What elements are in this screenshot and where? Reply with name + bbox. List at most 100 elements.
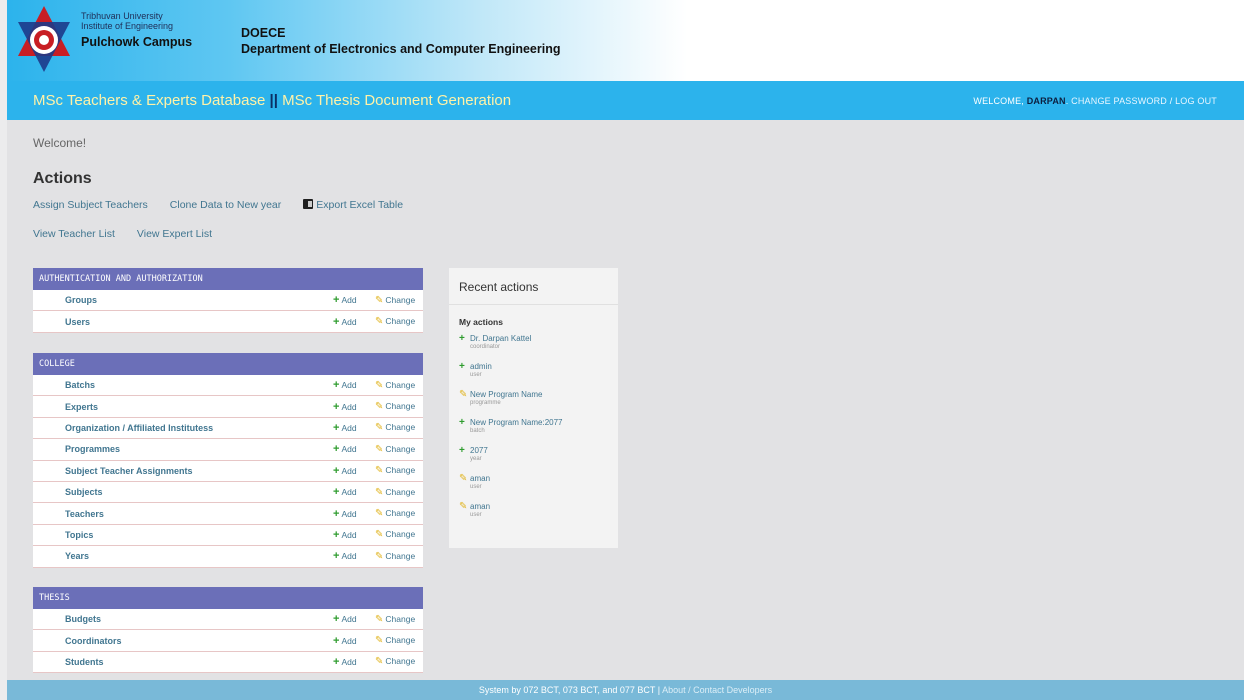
add-button[interactable]: + Add: [333, 443, 357, 455]
change-button[interactable]: ✎ Change: [375, 401, 415, 412]
model-link-users[interactable]: Users: [65, 317, 90, 327]
site-title-thesis-link[interactable]: MSc Thesis Document Generation: [282, 92, 511, 109]
pencil-icon: ✎: [375, 508, 384, 520]
change-button[interactable]: ✎ Change: [375, 656, 415, 667]
add-button[interactable]: + Add: [333, 294, 357, 306]
add-label: Add: [341, 487, 357, 498]
clone-data-link[interactable]: Clone Data to New year: [170, 199, 281, 211]
pencil-icon: ✎: [375, 401, 384, 413]
university-logo-icon: [18, 6, 70, 72]
pencil-icon: ✎: [375, 422, 384, 434]
site-footer: System by 072 BCT, 073 BCT, and 077 BCT …: [7, 680, 1244, 700]
model-link-experts[interactable]: Experts: [65, 402, 98, 412]
change-button[interactable]: ✎ Change: [375, 380, 415, 391]
plus-icon: +: [333, 294, 340, 307]
change-label: Change: [385, 401, 416, 412]
change-button[interactable]: ✎ Change: [375, 487, 415, 498]
module-caption[interactable]: Thesis: [33, 587, 423, 609]
recent-action-link[interactable]: admin: [470, 362, 492, 371]
add-button[interactable]: + Add: [333, 465, 357, 477]
table-row: Experts + Add ✎ Change: [33, 396, 423, 418]
change-label: Change: [385, 422, 416, 433]
change-button[interactable]: ✎ Change: [375, 529, 415, 540]
change-label: Change: [385, 294, 416, 305]
change-label: Change: [385, 656, 416, 667]
add-button[interactable]: + Add: [333, 508, 357, 520]
add-label: Add: [341, 295, 357, 306]
add-button[interactable]: + Add: [333, 316, 357, 328]
model-link-groups[interactable]: Groups: [65, 295, 97, 305]
pencil-icon: ✎: [375, 635, 384, 647]
module-caption[interactable]: Authentication and Authorization: [33, 268, 423, 290]
recent-action-link[interactable]: New Program Name:2077: [470, 418, 562, 427]
user-tools-separator: /: [1169, 96, 1173, 106]
change-button[interactable]: ✎ Change: [375, 551, 415, 562]
my-actions-heading: My actions: [459, 317, 503, 327]
recent-action-link[interactable]: 2077: [470, 446, 488, 455]
change-button[interactable]: ✎ Change: [375, 295, 415, 306]
table-row: Students + Add ✎ Change: [33, 652, 423, 674]
logout-link[interactable]: LOG OUT: [1175, 96, 1217, 106]
plus-icon: +: [333, 550, 340, 563]
recent-action-link[interactable]: Dr. Darpan Kattel: [470, 334, 531, 343]
add-label: Add: [341, 444, 357, 455]
site-title-database-link[interactable]: MSc Teachers & Experts Database: [33, 92, 265, 109]
model-link-subject-teacher-assignments[interactable]: Subject Teacher Assignments: [65, 466, 193, 476]
change-button[interactable]: ✎ Change: [375, 614, 415, 625]
add-label: Add: [341, 635, 357, 646]
department-name: Department of Electronics and Computer E…: [241, 42, 561, 56]
add-label: Add: [341, 508, 357, 519]
recent-action-link[interactable]: aman: [470, 474, 490, 483]
change-label: Change: [385, 529, 416, 540]
model-link-budgets[interactable]: Budgets: [65, 614, 101, 624]
change-button[interactable]: ✎ Change: [375, 444, 415, 455]
about-developers-link[interactable]: About / Contact Developers: [662, 685, 772, 695]
add-button[interactable]: + Add: [333, 613, 357, 625]
model-link-coordinators[interactable]: Coordinators: [65, 636, 122, 646]
model-link-years[interactable]: Years: [65, 551, 89, 561]
export-excel-link[interactable]: Export Excel Table: [303, 199, 403, 211]
add-button[interactable]: + Add: [333, 422, 357, 434]
add-button[interactable]: + Add: [333, 550, 357, 562]
model-link-batchs[interactable]: Batchs: [65, 380, 95, 390]
table-row: Teachers + Add ✎ Change: [33, 503, 423, 525]
table-row: Subject Teacher Assignments + Add ✎ Change: [33, 461, 423, 482]
module-caption[interactable]: College: [33, 353, 423, 375]
recent-action-type: user: [470, 512, 482, 518]
view-teacher-list-link[interactable]: View Teacher List: [33, 228, 115, 240]
add-button[interactable]: + Add: [333, 486, 357, 498]
plus-icon: +: [333, 443, 340, 456]
recent-action-type: year: [470, 456, 482, 462]
recent-action-type: programme: [470, 400, 501, 406]
plus-icon: +: [333, 464, 340, 477]
change-button[interactable]: ✎ Change: [375, 508, 415, 519]
pencil-icon: ✎: [375, 294, 384, 306]
change-button[interactable]: ✎ Change: [375, 465, 415, 476]
model-link-students[interactable]: Students: [65, 657, 104, 667]
view-expert-list-link[interactable]: View Expert List: [137, 228, 212, 240]
change-password-link[interactable]: CHANGE PASSWORD: [1071, 96, 1167, 106]
assign-subject-teachers-link[interactable]: Assign Subject Teachers: [33, 199, 148, 211]
model-link-subjects[interactable]: Subjects: [65, 487, 103, 497]
change-button[interactable]: ✎ Change: [375, 316, 415, 327]
change-label: Change: [385, 465, 416, 476]
recent-action-link[interactable]: aman: [470, 502, 490, 511]
export-excel-label: Export Excel Table: [316, 199, 404, 211]
recent-actions-title: Recent actions: [449, 268, 618, 305]
change-button[interactable]: ✎ Change: [375, 422, 415, 433]
model-link-teachers[interactable]: Teachers: [65, 509, 104, 519]
model-link-programmes[interactable]: Programmes: [65, 444, 120, 454]
model-link-topics[interactable]: Topics: [65, 530, 93, 540]
change-label: Change: [385, 550, 416, 561]
table-row: Coordinators + Add ✎ Change: [33, 630, 423, 652]
add-button[interactable]: + Add: [333, 379, 357, 391]
model-link-organizations[interactable]: Organization / Affiliated Institutess: [65, 423, 213, 433]
recent-action-link[interactable]: New Program Name: [470, 390, 542, 399]
change-button[interactable]: ✎ Change: [375, 635, 415, 646]
add-button[interactable]: + Add: [333, 529, 357, 541]
add-button[interactable]: + Add: [333, 635, 357, 647]
department-abbreviation: DOECE: [241, 26, 286, 40]
top-banner: Tribhuvan University Institute of Engine…: [7, 0, 1244, 81]
add-button[interactable]: + Add: [333, 656, 357, 668]
add-button[interactable]: + Add: [333, 401, 357, 413]
